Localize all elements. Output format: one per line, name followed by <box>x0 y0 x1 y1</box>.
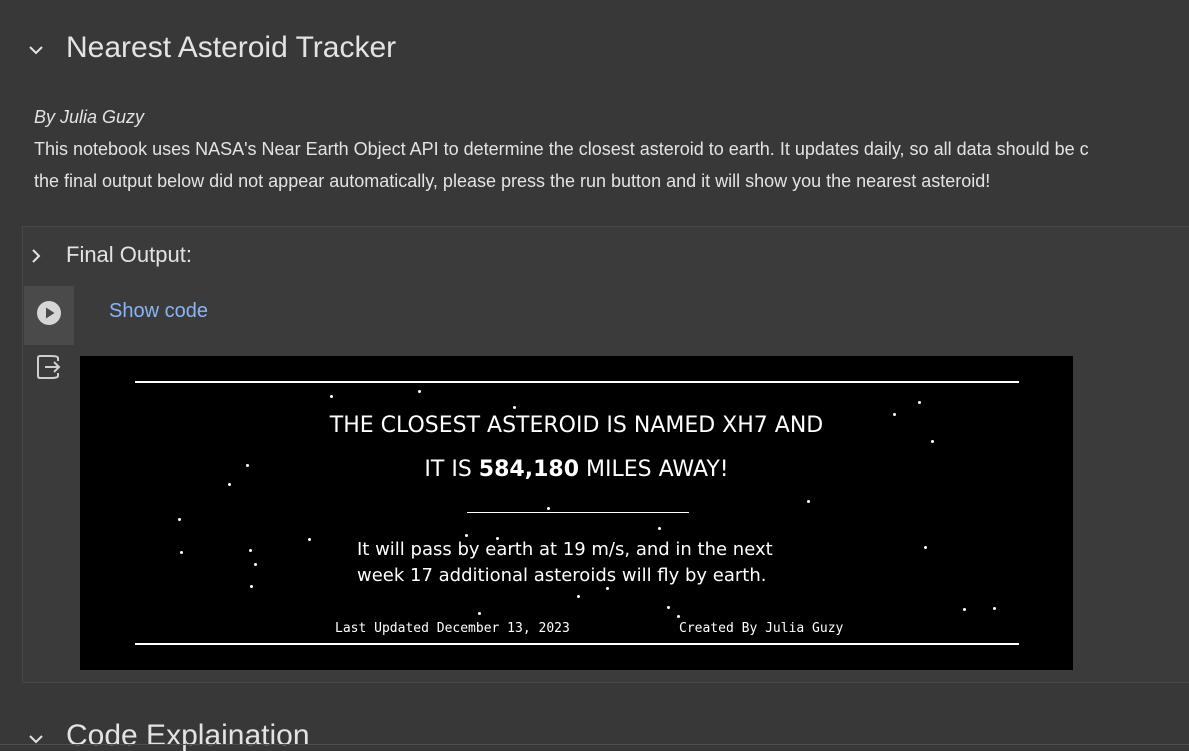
section-collapse-chevron-down-icon[interactable] <box>24 38 48 62</box>
star <box>478 612 481 615</box>
star <box>228 483 231 486</box>
headline-line-2: IT IS 584,180 MILES AWAY! <box>80 457 1073 482</box>
star <box>577 595 580 598</box>
star <box>249 549 252 552</box>
section-expand-chevron-right-icon[interactable] <box>24 244 48 268</box>
star <box>547 507 550 510</box>
star <box>250 585 253 588</box>
section-collapse-chevron-down-icon[interactable] <box>24 727 48 751</box>
mini-rule <box>467 512 689 513</box>
star <box>667 606 670 609</box>
star <box>178 518 181 521</box>
divider <box>0 744 1189 745</box>
star <box>677 615 680 618</box>
detail-line-2: week 17 additional asteroids will fly by… <box>357 565 767 586</box>
bottom-rule <box>135 643 1019 645</box>
show-code-link[interactable]: Show code <box>109 300 208 323</box>
byline: By Julia Guzy <box>34 107 145 127</box>
run-cell-button[interactable] <box>24 286 74 345</box>
headline-line-1: THE CLOSEST ASTEROID IS NAMED XH7 AND <box>329 413 824 438</box>
star <box>513 406 516 409</box>
cell-section-title: Final Output: <box>66 242 192 267</box>
star <box>418 390 421 393</box>
star <box>465 534 468 537</box>
description-line-2: the final output below did not appear au… <box>34 171 991 191</box>
last-updated: Last Updated December 13, 2023 <box>335 621 570 636</box>
star <box>606 587 609 590</box>
description-line-1: This notebook uses NASA's Near Earth Obj… <box>34 139 1089 159</box>
star <box>807 500 810 503</box>
star <box>254 563 257 566</box>
star <box>658 527 661 530</box>
distance-value: 584,180 <box>478 457 579 482</box>
next-section-title: Code Explaination <box>66 719 310 751</box>
star <box>993 607 996 610</box>
play-circle-icon <box>36 300 62 331</box>
star <box>918 401 921 404</box>
star <box>924 546 927 549</box>
top-rule <box>135 381 1019 383</box>
output-exit-icon[interactable] <box>36 354 62 380</box>
headline-prefix: IT IS <box>424 457 479 482</box>
star <box>330 395 333 398</box>
notebook-title: Nearest Asteroid Tracker <box>66 31 397 64</box>
star <box>963 608 966 611</box>
headline-suffix: MILES AWAY! <box>579 457 729 482</box>
output-image: THE CLOSEST ASTEROID IS NAMED XH7 AND IT… <box>80 356 1073 670</box>
star <box>308 538 311 541</box>
detail-line-1: It will pass by earth at 19 m/s, and in … <box>357 539 773 560</box>
star <box>180 551 183 554</box>
star <box>931 440 934 443</box>
created-by: Created By Julia Guzy <box>679 621 844 636</box>
